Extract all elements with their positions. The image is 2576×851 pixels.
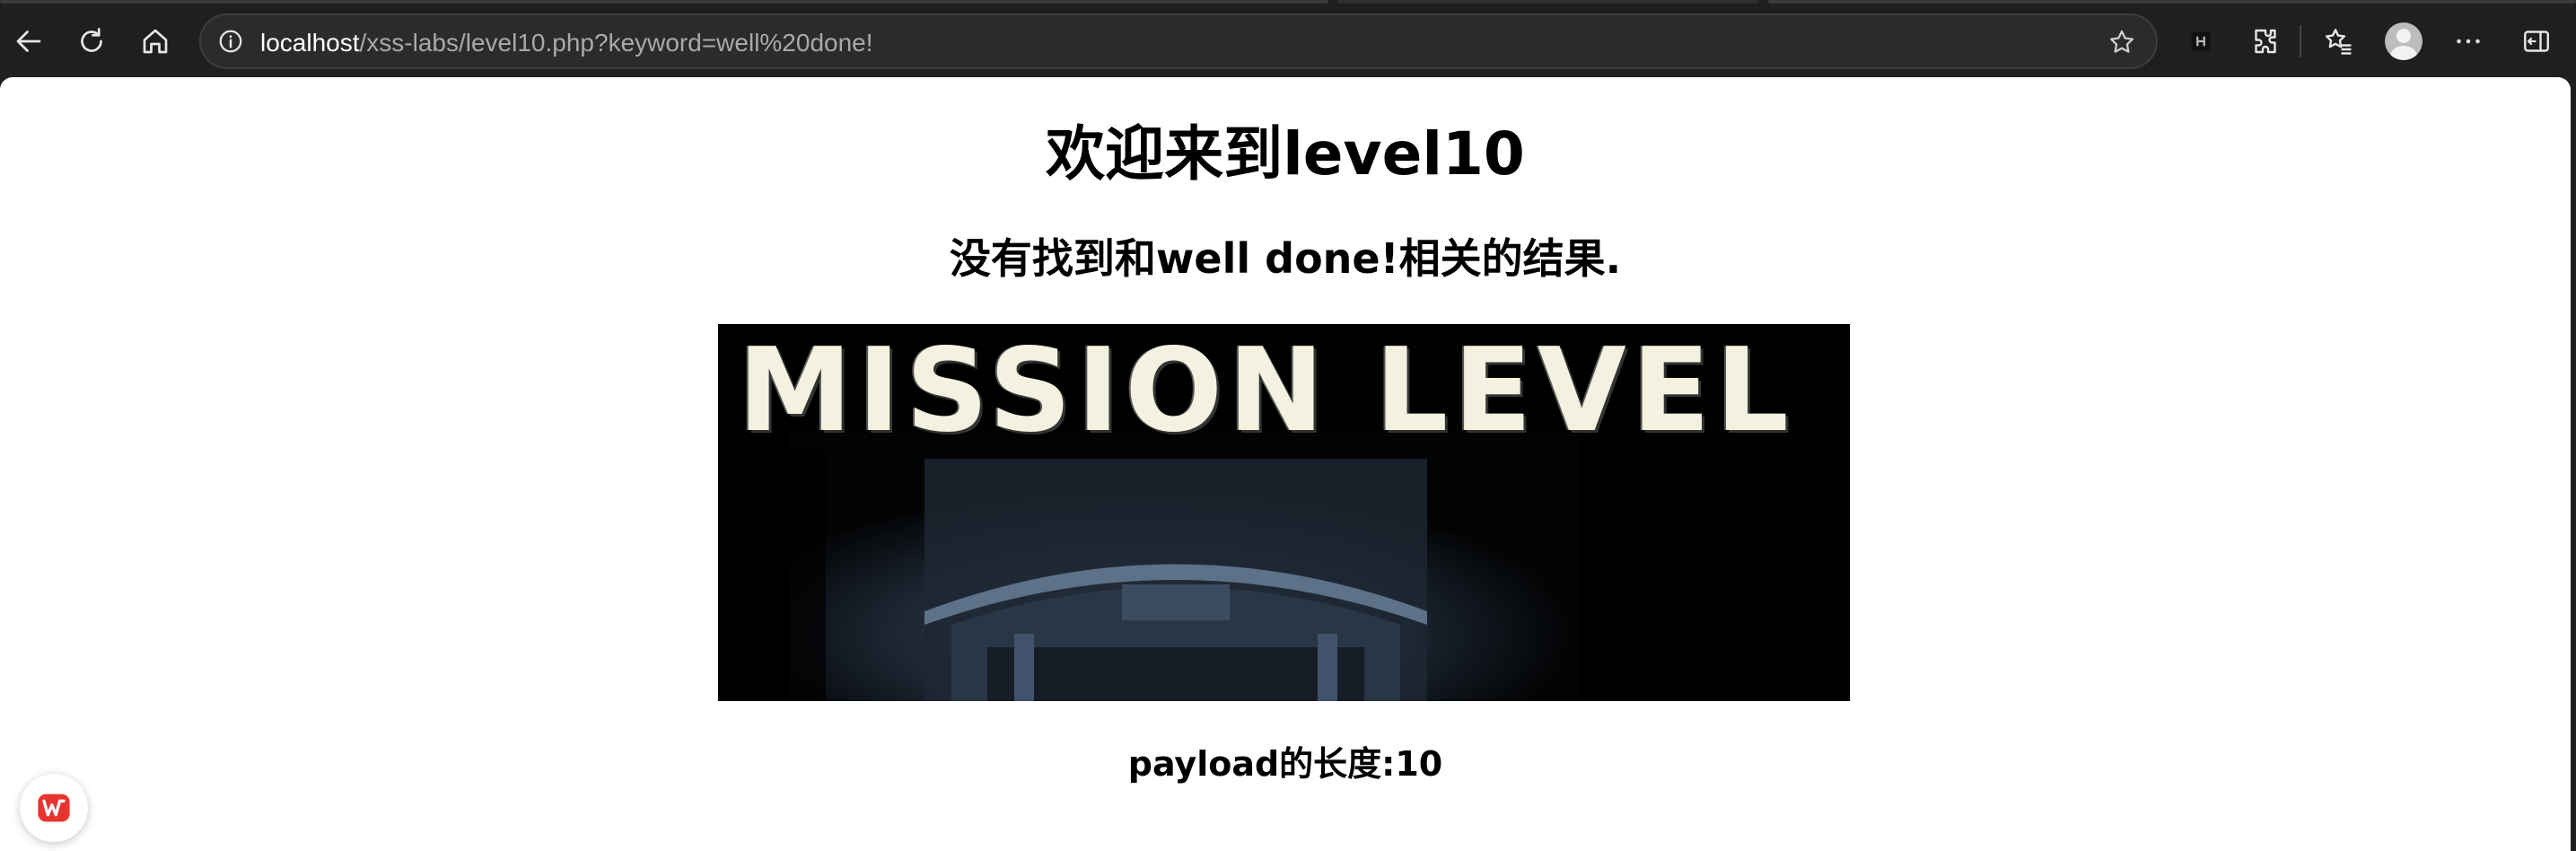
favorites-icon: [2325, 29, 2352, 55]
extension-h-icon: [2191, 31, 2211, 51]
more-menu-icon: [2457, 39, 2480, 44]
toolbar-divider: [2300, 25, 2301, 57]
payload-length-label: payload的长度:10: [1127, 744, 1443, 784]
wps-floating-button[interactable]: [20, 774, 88, 842]
browser-toolbar: localhost/xss-labs/level10.php?keyword=w…: [0, 0, 2576, 79]
home-icon: [143, 29, 168, 54]
extension-h-button[interactable]: [2174, 14, 2228, 68]
more-menu-button[interactable]: [2441, 14, 2495, 68]
home-button[interactable]: [128, 14, 182, 68]
page-viewport: 欢迎来到level10 没有找到和well done!相关的结果. MISSIO…: [0, 77, 2571, 851]
sidebar-toggle-button[interactable]: [2510, 14, 2563, 68]
back-arrow-icon: [16, 31, 41, 52]
extensions-button[interactable]: [2239, 14, 2292, 68]
tab-strip: [0, 0, 1328, 4]
mission-level-banner: MISSION LEVEL 10: [718, 324, 1850, 701]
window-edge: [2571, 77, 2576, 851]
search-result-message: 没有找到和well done!相关的结果.: [949, 234, 1622, 283]
banner-image: [718, 324, 1850, 701]
url-path: /xss-labs/level10.php?keyword=well%20don…: [359, 29, 873, 57]
refresh-icon: [81, 28, 102, 52]
favorite-star-icon[interactable]: [2104, 24, 2140, 60]
sidebar-icon: [2524, 31, 2549, 52]
refresh-button[interactable]: [65, 14, 118, 68]
tab-strip: [1768, 0, 2576, 4]
extensions-puzzle-icon: [2255, 29, 2276, 54]
favorites-button[interactable]: [2311, 14, 2365, 68]
tab-strip: [1337, 0, 1759, 4]
url-host: localhost: [260, 29, 360, 57]
back-button[interactable]: [2, 14, 56, 68]
page-content: 欢迎来到level10 没有找到和well done!相关的结果. MISSIO…: [0, 77, 2571, 851]
address-url[interactable]: localhost/xss-labs/level10.php?keyword=w…: [260, 27, 873, 59]
page-heading: 欢迎来到level10: [1046, 119, 1525, 189]
address-bar[interactable]: localhost/xss-labs/level10.php?keyword=w…: [199, 13, 2158, 69]
profile-button[interactable]: [2377, 14, 2431, 68]
wps-logo-icon: [38, 794, 70, 822]
site-info-icon[interactable]: [214, 24, 248, 58]
profile-avatar-icon: [2385, 22, 2423, 60]
